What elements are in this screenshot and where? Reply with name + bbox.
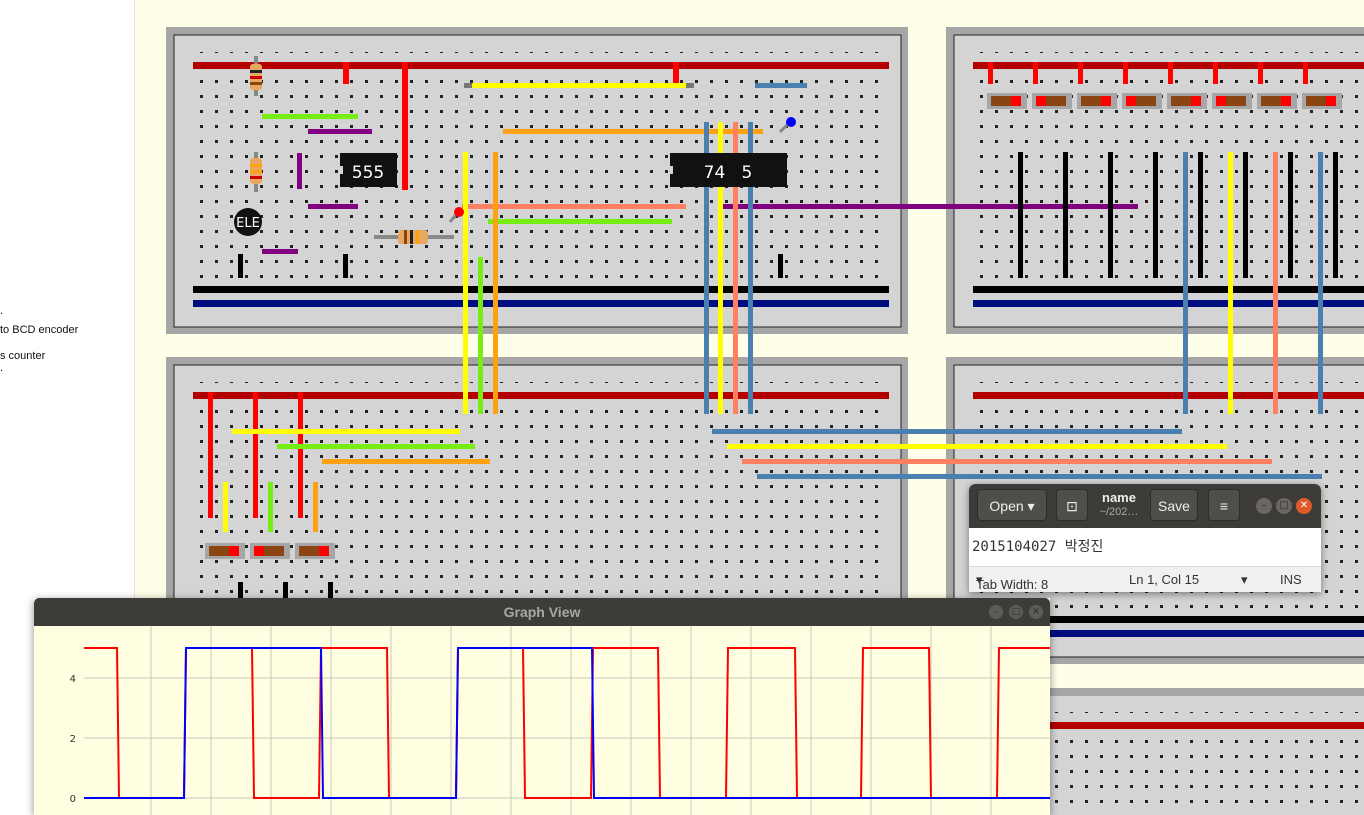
component-list-item[interactable]: . [0,305,3,317]
minimize-icon[interactable]: – [989,605,1003,619]
component-list-item[interactable]: s counter [0,350,45,362]
ground-rail [193,286,889,293]
breadboard-bottom-right-2[interactable] [1040,688,1364,815]
capacitor-label: ELE [236,216,260,231]
cursor-position[interactable]: Ln 1, Col 15 [1129,572,1199,587]
power-rail [193,62,889,69]
negative-rail [193,300,889,307]
pin-button[interactable]: ⊡ [1056,489,1088,521]
hamburger-icon: ≡ [1219,498,1229,514]
component-list-item[interactable]: . [0,362,3,374]
insert-mode: INS [1280,572,1302,587]
y-tick-label: 2 [70,734,76,745]
series-line-1 [84,647,1050,799]
menu-button[interactable]: ≡ [1208,489,1240,521]
graph-view-window[interactable]: Graph View – □ ✕ 0 2 4 [34,598,1050,815]
close-icon[interactable]: ✕ [1029,605,1043,619]
save-button[interactable]: Save [1150,489,1198,521]
maximize-icon[interactable]: □ [1276,498,1292,514]
document-title: name [1102,490,1136,505]
tab-width-selector[interactable]: Tab Width: 8 ▾ [976,572,1048,592]
counter-chip[interactable]: 74 5 [668,153,787,187]
y-tick-label: 0 [70,794,76,805]
document-path: ~/202… [1099,506,1139,518]
text-area[interactable]: 2015104027 박정진 [969,528,1321,566]
counter-label: 74 5 [704,163,753,183]
graph-plot[interactable]: 0 2 4 [34,626,1050,815]
minimize-icon[interactable]: – [1256,498,1272,514]
maximize-icon[interactable]: □ [1009,605,1023,619]
chevron-down-icon[interactable]: ▾ [1241,572,1248,588]
open-button[interactable]: Open ▾ [977,489,1047,521]
graph-titlebar[interactable]: Graph View – □ ✕ [34,598,1050,626]
text-editor-window[interactable]: Open ▾ ⊡ name ~/202… Save ≡ – □ ✕ 201510… [969,484,1321,592]
timer-label: 555 [352,163,384,183]
capacitor[interactable]: ELE [234,208,262,236]
editor-headerbar[interactable]: Open ▾ ⊡ name ~/202… Save ≡ – □ ✕ [969,484,1321,528]
editor-content[interactable]: 2015104027 박정진 [972,536,1103,556]
editor-statusbar: Tab Width: 8 ▾ Ln 1, Col 15 ▾ INS [969,566,1321,592]
series-line-0 [84,647,1050,799]
close-icon[interactable]: ✕ [1296,498,1312,514]
graph-title: Graph View [503,604,581,620]
component-list-item[interactable]: to BCD encoder [0,324,78,336]
timer-555-chip[interactable]: 555 [338,153,397,187]
pin-icon: ⊡ [1066,498,1078,514]
y-tick-label: 4 [70,674,76,685]
breadboard-top-left[interactable] [166,27,908,334]
